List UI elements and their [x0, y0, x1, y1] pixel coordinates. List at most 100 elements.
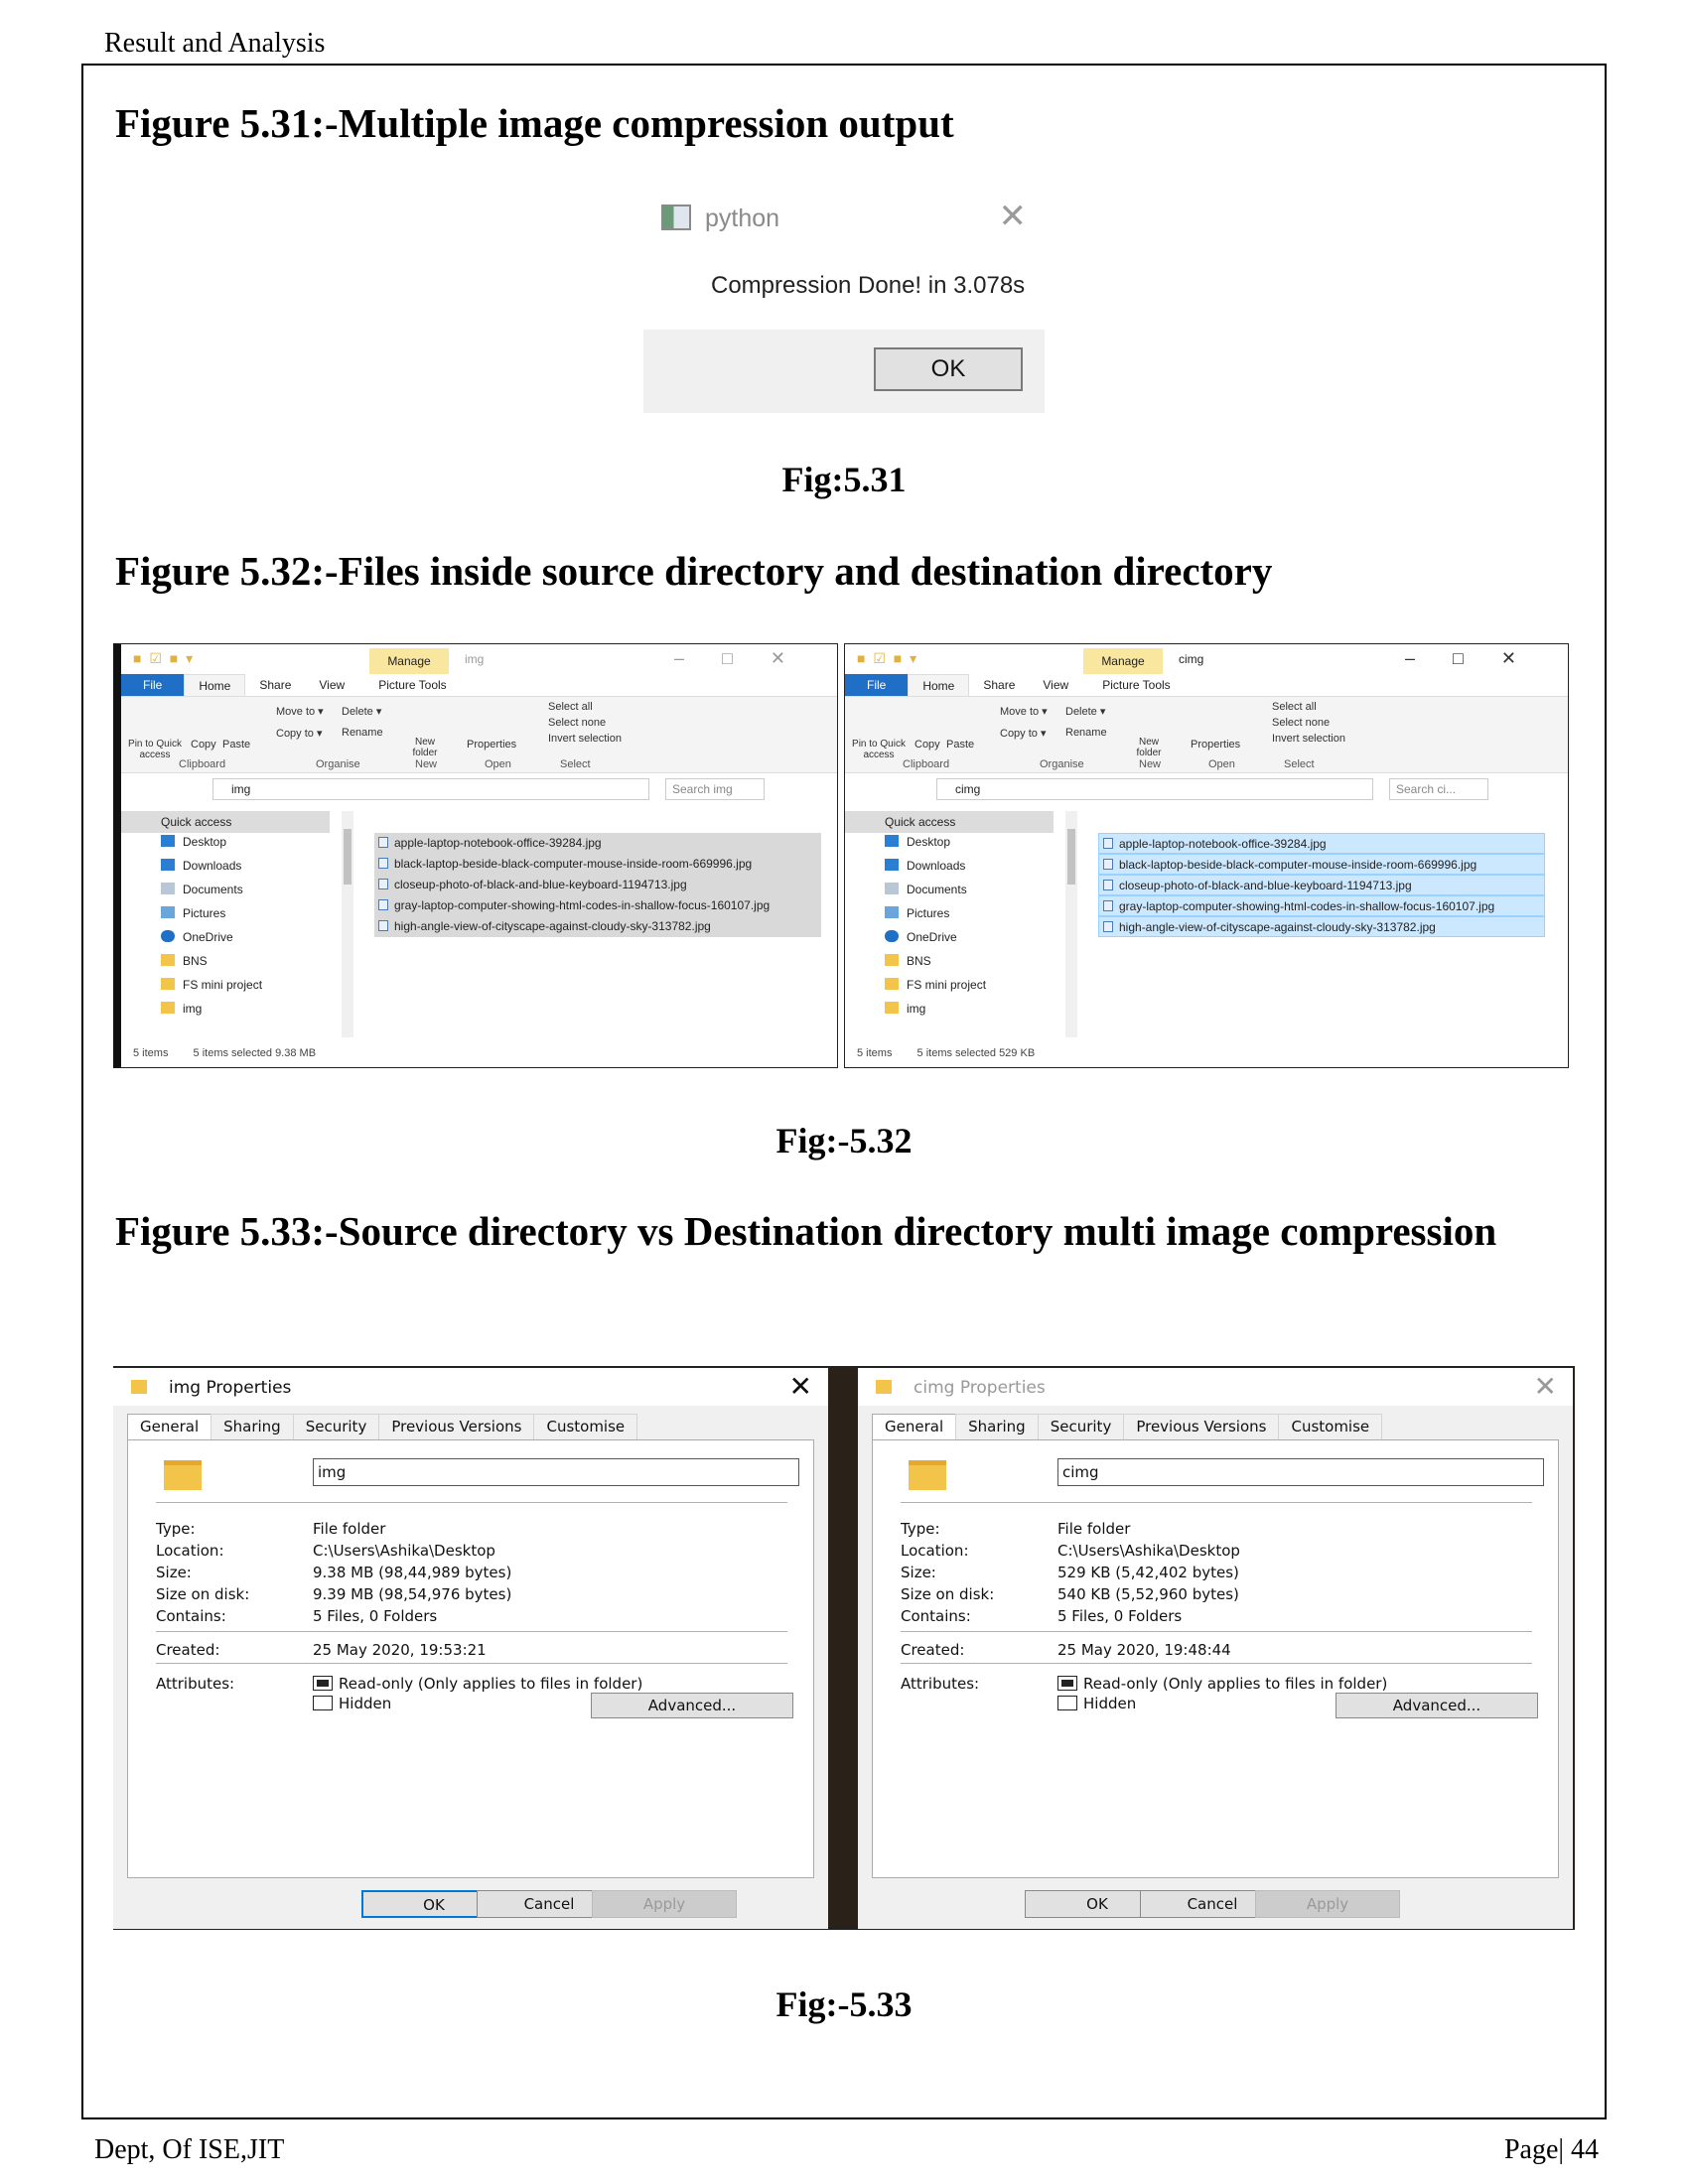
- nav-bns[interactable]: BNS: [885, 954, 931, 968]
- manage-tab[interactable]: Manage: [1083, 648, 1163, 674]
- nav-onedrive[interactable]: OneDrive: [885, 930, 957, 944]
- tab-previous-versions[interactable]: Previous Versions: [1123, 1414, 1280, 1439]
- address-bar[interactable]: cimg: [936, 778, 1373, 800]
- nav-desktop[interactable]: Desktop: [885, 835, 950, 849]
- tab-home[interactable]: Home: [908, 674, 970, 696]
- hidden-checkbox[interactable]: Hidden: [1057, 1695, 1136, 1712]
- properties-button[interactable]: Properties: [467, 739, 516, 751]
- apply-button[interactable]: Apply: [592, 1890, 737, 1918]
- new-folder-button[interactable]: New folder: [405, 737, 445, 758]
- tab-view[interactable]: View: [305, 674, 358, 696]
- file-item[interactable]: closeup-photo-of-black-and-blue-keyboard…: [1098, 875, 1545, 895]
- nav-bns[interactable]: BNS: [161, 954, 208, 968]
- properties-button[interactable]: Properties: [1191, 739, 1240, 751]
- size-label: Size:: [156, 1564, 192, 1581]
- file-item[interactable]: high-angle-view-of-cityscape-against-clo…: [1098, 916, 1545, 937]
- nav-quick-access[interactable]: Quick access: [121, 811, 330, 833]
- advanced-button[interactable]: Advanced...: [591, 1693, 793, 1718]
- tab-security[interactable]: Security: [292, 1414, 380, 1439]
- paste-button[interactable]: Paste: [222, 739, 250, 751]
- tab-sharing[interactable]: Sharing: [955, 1414, 1039, 1439]
- rename-button[interactable]: Rename: [342, 727, 383, 739]
- close-icon[interactable]: ✕: [1534, 1370, 1557, 1403]
- file-item[interactable]: black-laptop-beside-black-computer-mouse…: [374, 854, 821, 875]
- nav-documents[interactable]: Documents: [885, 883, 967, 896]
- copy-to-button[interactable]: Copy to ▾: [276, 727, 323, 740]
- nav-scrollbar[interactable]: [342, 811, 353, 1037]
- search-box[interactable]: Search img: [665, 778, 765, 800]
- select-all-button[interactable]: Select all: [548, 701, 593, 713]
- hidden-checkbox[interactable]: Hidden: [313, 1695, 391, 1712]
- tab-general[interactable]: General: [872, 1414, 957, 1439]
- folder-name-field[interactable]: img: [313, 1458, 799, 1486]
- copy-to-button[interactable]: Copy to ▾: [1000, 727, 1047, 740]
- move-to-button[interactable]: Move to ▾: [276, 705, 324, 718]
- tab-view[interactable]: View: [1029, 674, 1082, 696]
- tab-picture-tools[interactable]: Picture Tools: [1082, 674, 1184, 696]
- invert-selection-button[interactable]: Invert selection: [1272, 733, 1345, 745]
- invert-selection-button[interactable]: Invert selection: [548, 733, 622, 745]
- file-item[interactable]: gray-laptop-computer-showing-html-codes-…: [374, 895, 821, 916]
- tab-picture-tools[interactable]: Picture Tools: [358, 674, 460, 696]
- advanced-button[interactable]: Advanced...: [1336, 1693, 1538, 1718]
- tab-home[interactable]: Home: [184, 674, 246, 696]
- nav-downloads[interactable]: Downloads: [885, 859, 965, 873]
- file-item[interactable]: high-angle-view-of-cityscape-against-clo…: [374, 916, 821, 937]
- nav-img[interactable]: img: [161, 1002, 202, 1016]
- tab-share[interactable]: Share: [969, 674, 1029, 696]
- nav-downloads[interactable]: Downloads: [161, 859, 241, 873]
- search-box[interactable]: Search ci...: [1389, 778, 1488, 800]
- nav-fs-mini-project[interactable]: FS mini project: [885, 978, 986, 992]
- file-item[interactable]: apple-laptop-notebook-office-39284.jpg: [1098, 833, 1545, 854]
- quick-access-toolbar-icon[interactable]: ■ ☑ ■ ▾: [857, 650, 966, 668]
- nav-img[interactable]: img: [885, 1002, 925, 1016]
- tab-customise[interactable]: Customise: [1278, 1414, 1383, 1439]
- manage-tab[interactable]: Manage: [369, 648, 449, 674]
- figure-5-33-caption: Fig:-5.33: [775, 1984, 913, 2024]
- paste-button[interactable]: Paste: [946, 739, 974, 751]
- tab-share[interactable]: Share: [245, 674, 305, 696]
- nav-onedrive[interactable]: OneDrive: [161, 930, 233, 944]
- folder-name-field[interactable]: cimg: [1057, 1458, 1544, 1486]
- rename-button[interactable]: Rename: [1065, 727, 1107, 739]
- nav-quick-access[interactable]: Quick access: [845, 811, 1054, 833]
- file-item[interactable]: apple-laptop-notebook-office-39284.jpg: [374, 833, 821, 854]
- nav-scrollbar[interactable]: [1065, 811, 1077, 1037]
- file-item[interactable]: black-laptop-beside-black-computer-mouse…: [1098, 854, 1545, 875]
- nav-fs-mini-project[interactable]: FS mini project: [161, 978, 262, 992]
- ok-button[interactable]: OK: [874, 347, 1023, 391]
- move-to-button[interactable]: Move to ▾: [1000, 705, 1048, 718]
- close-icon[interactable]: ✕: [999, 197, 1028, 236]
- apply-button[interactable]: Apply: [1255, 1890, 1400, 1918]
- select-none-button[interactable]: Select none: [548, 717, 606, 729]
- select-all-button[interactable]: Select all: [1272, 701, 1317, 713]
- file-item[interactable]: closeup-photo-of-black-and-blue-keyboard…: [374, 875, 821, 895]
- nav-pictures[interactable]: Pictures: [161, 906, 225, 920]
- window-controls-icon[interactable]: –□✕: [1405, 648, 1554, 669]
- tab-file[interactable]: File: [121, 674, 185, 696]
- tab-general[interactable]: General: [127, 1414, 212, 1439]
- tab-file[interactable]: File: [845, 674, 909, 696]
- address-bar[interactable]: img: [212, 778, 649, 800]
- readonly-checkbox[interactable]: Read-only (Only applies to files in fold…: [313, 1675, 642, 1693]
- close-icon[interactable]: ✕: [789, 1370, 812, 1403]
- tab-security[interactable]: Security: [1037, 1414, 1125, 1439]
- copy-button[interactable]: Copy: [191, 739, 216, 751]
- new-folder-button[interactable]: New folder: [1129, 737, 1169, 758]
- readonly-checkbox[interactable]: Read-only (Only applies to files in fold…: [1057, 1675, 1387, 1693]
- pin-quick-access-button[interactable]: Pin to Quick access: [851, 739, 907, 760]
- delete-button[interactable]: Delete ▾: [1065, 705, 1105, 718]
- delete-button[interactable]: Delete ▾: [342, 705, 381, 718]
- nav-pictures[interactable]: Pictures: [885, 906, 949, 920]
- tab-previous-versions[interactable]: Previous Versions: [378, 1414, 535, 1439]
- pin-quick-access-button[interactable]: Pin to Quick access: [127, 739, 183, 760]
- nav-desktop[interactable]: Desktop: [161, 835, 226, 849]
- quick-access-toolbar-icon[interactable]: ■ ☑ ■ ▾: [133, 650, 242, 668]
- file-item[interactable]: gray-laptop-computer-showing-html-codes-…: [1098, 895, 1545, 916]
- tab-sharing[interactable]: Sharing: [211, 1414, 294, 1439]
- select-none-button[interactable]: Select none: [1272, 717, 1330, 729]
- window-controls-icon[interactable]: –□✕: [674, 648, 823, 669]
- tab-customise[interactable]: Customise: [533, 1414, 638, 1439]
- nav-documents[interactable]: Documents: [161, 883, 243, 896]
- copy-button[interactable]: Copy: [914, 739, 940, 751]
